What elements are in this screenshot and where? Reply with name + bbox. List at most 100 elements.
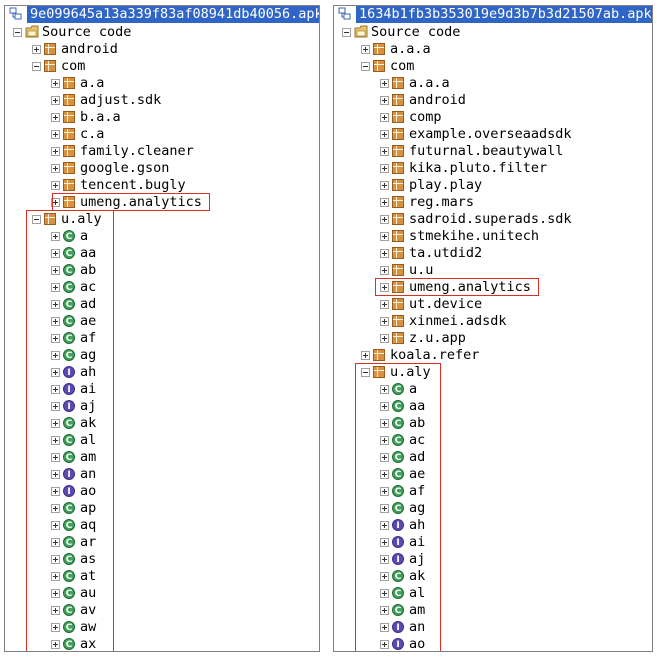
package-label: xinmei.adsdk	[409, 313, 507, 329]
highlight-box	[26, 210, 114, 651]
tree-expander-icon[interactable]	[51, 79, 60, 88]
package-icon	[392, 162, 404, 174]
package-node[interactable]: com	[334, 58, 652, 75]
package-node[interactable]: a.a.a	[334, 75, 652, 92]
package-label: adjust.sdk	[80, 92, 162, 108]
tree-expander-icon[interactable]	[51, 181, 60, 190]
package-label: tencent.bugly	[80, 177, 186, 193]
package-icon	[373, 349, 385, 361]
package-node[interactable]: kika.pluto.filter	[334, 160, 652, 177]
package-label: koala.refer	[390, 347, 480, 363]
package-node[interactable]: futurnal.beautywall	[334, 143, 652, 160]
package-node[interactable]: b.a.a	[5, 109, 319, 126]
package-node[interactable]: koala.refer	[334, 347, 652, 364]
package-icon	[373, 60, 385, 72]
tree-expander-icon[interactable]	[51, 130, 60, 139]
package-node[interactable]: ta.utdid2	[334, 245, 652, 262]
source-code-node[interactable]: Source code	[5, 24, 319, 41]
tree-expander-icon[interactable]	[380, 113, 389, 122]
tree-expander-icon[interactable]	[380, 249, 389, 258]
package-icon	[392, 247, 404, 259]
package-node[interactable]: z.u.app	[334, 330, 652, 347]
apk-file-icon	[338, 7, 352, 21]
apk-root-row[interactable]: 9e099645a13a339f83af08941db40056.apk	[5, 6, 319, 23]
tree-expander-icon[interactable]	[380, 198, 389, 207]
tree-expander-icon[interactable]	[380, 232, 389, 241]
tree-expander-icon[interactable]	[361, 45, 370, 54]
source-code-node[interactable]: Source code	[334, 24, 652, 41]
tree-expander-icon[interactable]	[380, 317, 389, 326]
package-label: android	[61, 41, 118, 57]
package-node[interactable]: google.gson	[5, 160, 319, 177]
tree-expander-icon[interactable]	[380, 266, 389, 275]
package-label: android	[409, 92, 466, 108]
source-code-label: Source code	[371, 24, 461, 40]
tree-expander-icon[interactable]	[51, 164, 60, 173]
package-node[interactable]: u.u	[334, 262, 652, 279]
package-node[interactable]: family.cleaner	[5, 143, 319, 160]
tree-expander-icon[interactable]	[51, 147, 60, 156]
package-label: futurnal.beautywall	[409, 143, 564, 159]
package-node[interactable]: com	[5, 58, 319, 75]
package-node[interactable]: sadroid.superads.sdk	[334, 211, 652, 228]
package-node[interactable]: c.a	[5, 126, 319, 143]
package-icon	[63, 111, 75, 123]
tree-expander-icon[interactable]	[380, 96, 389, 105]
package-icon	[392, 94, 404, 106]
apk-filename[interactable]: 1634b1fb3b353019e9d3b7b3d21507ab.apk	[356, 6, 652, 23]
package-label: u.u	[409, 262, 434, 278]
highlight-box	[52, 193, 210, 211]
tree-expander-icon[interactable]	[380, 130, 389, 139]
package-node[interactable]: a.a.a	[334, 41, 652, 58]
package-node[interactable]: android	[5, 41, 319, 58]
tree-expander-icon[interactable]	[380, 79, 389, 88]
package-node[interactable]: xinmei.adsdk	[334, 313, 652, 330]
tree-expander-icon[interactable]	[13, 28, 22, 37]
tree-expander-icon[interactable]	[361, 62, 370, 71]
tree-expander-icon[interactable]	[32, 45, 41, 54]
package-icon	[373, 43, 385, 55]
package-node[interactable]: adjust.sdk	[5, 92, 319, 109]
package-label: example.overseaadsdk	[409, 126, 572, 142]
tree-expander-icon[interactable]	[51, 96, 60, 105]
tree-expander-icon[interactable]	[380, 215, 389, 224]
package-node[interactable]: tencent.bugly	[5, 177, 319, 194]
tree-expander-icon[interactable]	[342, 28, 351, 37]
package-icon	[392, 332, 404, 344]
apk-root-row[interactable]: 1634b1fb3b353019e9d3b7b3d21507ab.apk	[334, 6, 652, 23]
package-icon	[392, 213, 404, 225]
package-label: b.a.a	[80, 109, 121, 125]
tree-expander-icon[interactable]	[32, 62, 41, 71]
package-icon	[392, 128, 404, 140]
package-node[interactable]: android	[334, 92, 652, 109]
package-node[interactable]: stmekihe.unitech	[334, 228, 652, 245]
tree-expander-icon[interactable]	[380, 147, 389, 156]
package-node[interactable]: comp	[334, 109, 652, 126]
tree-expander-icon[interactable]	[380, 300, 389, 309]
left-apk-tree: 9e099645a13a339f83af08941db40056.apk Sour…	[4, 5, 320, 652]
package-icon	[392, 77, 404, 89]
tree-expander-icon[interactable]	[380, 164, 389, 173]
apk-filename[interactable]: 9e099645a13a339f83af08941db40056.apk	[27, 6, 319, 23]
package-node[interactable]: ut.device	[334, 296, 652, 313]
tree-expander-icon[interactable]	[380, 181, 389, 190]
package-icon	[392, 179, 404, 191]
package-node[interactable]: play.play	[334, 177, 652, 194]
package-label: c.a	[80, 126, 105, 142]
tree-expander-icon[interactable]	[51, 113, 60, 122]
package-icon	[44, 43, 56, 55]
highlight-box	[355, 363, 441, 651]
tree-expander-icon[interactable]	[361, 351, 370, 360]
package-label: a.a.a	[409, 75, 450, 91]
tree-expander-icon[interactable]	[380, 334, 389, 343]
package-label: ut.device	[409, 296, 483, 312]
package-icon	[392, 264, 404, 276]
package-icon	[63, 145, 75, 157]
package-label: family.cleaner	[80, 143, 194, 159]
package-node[interactable]: reg.mars	[334, 194, 652, 211]
package-label: kika.pluto.filter	[409, 160, 548, 176]
package-node[interactable]: a.a	[5, 75, 319, 92]
package-icon	[392, 111, 404, 123]
package-node[interactable]: example.overseaadsdk	[334, 126, 652, 143]
package-label: a.a.a	[390, 41, 431, 57]
